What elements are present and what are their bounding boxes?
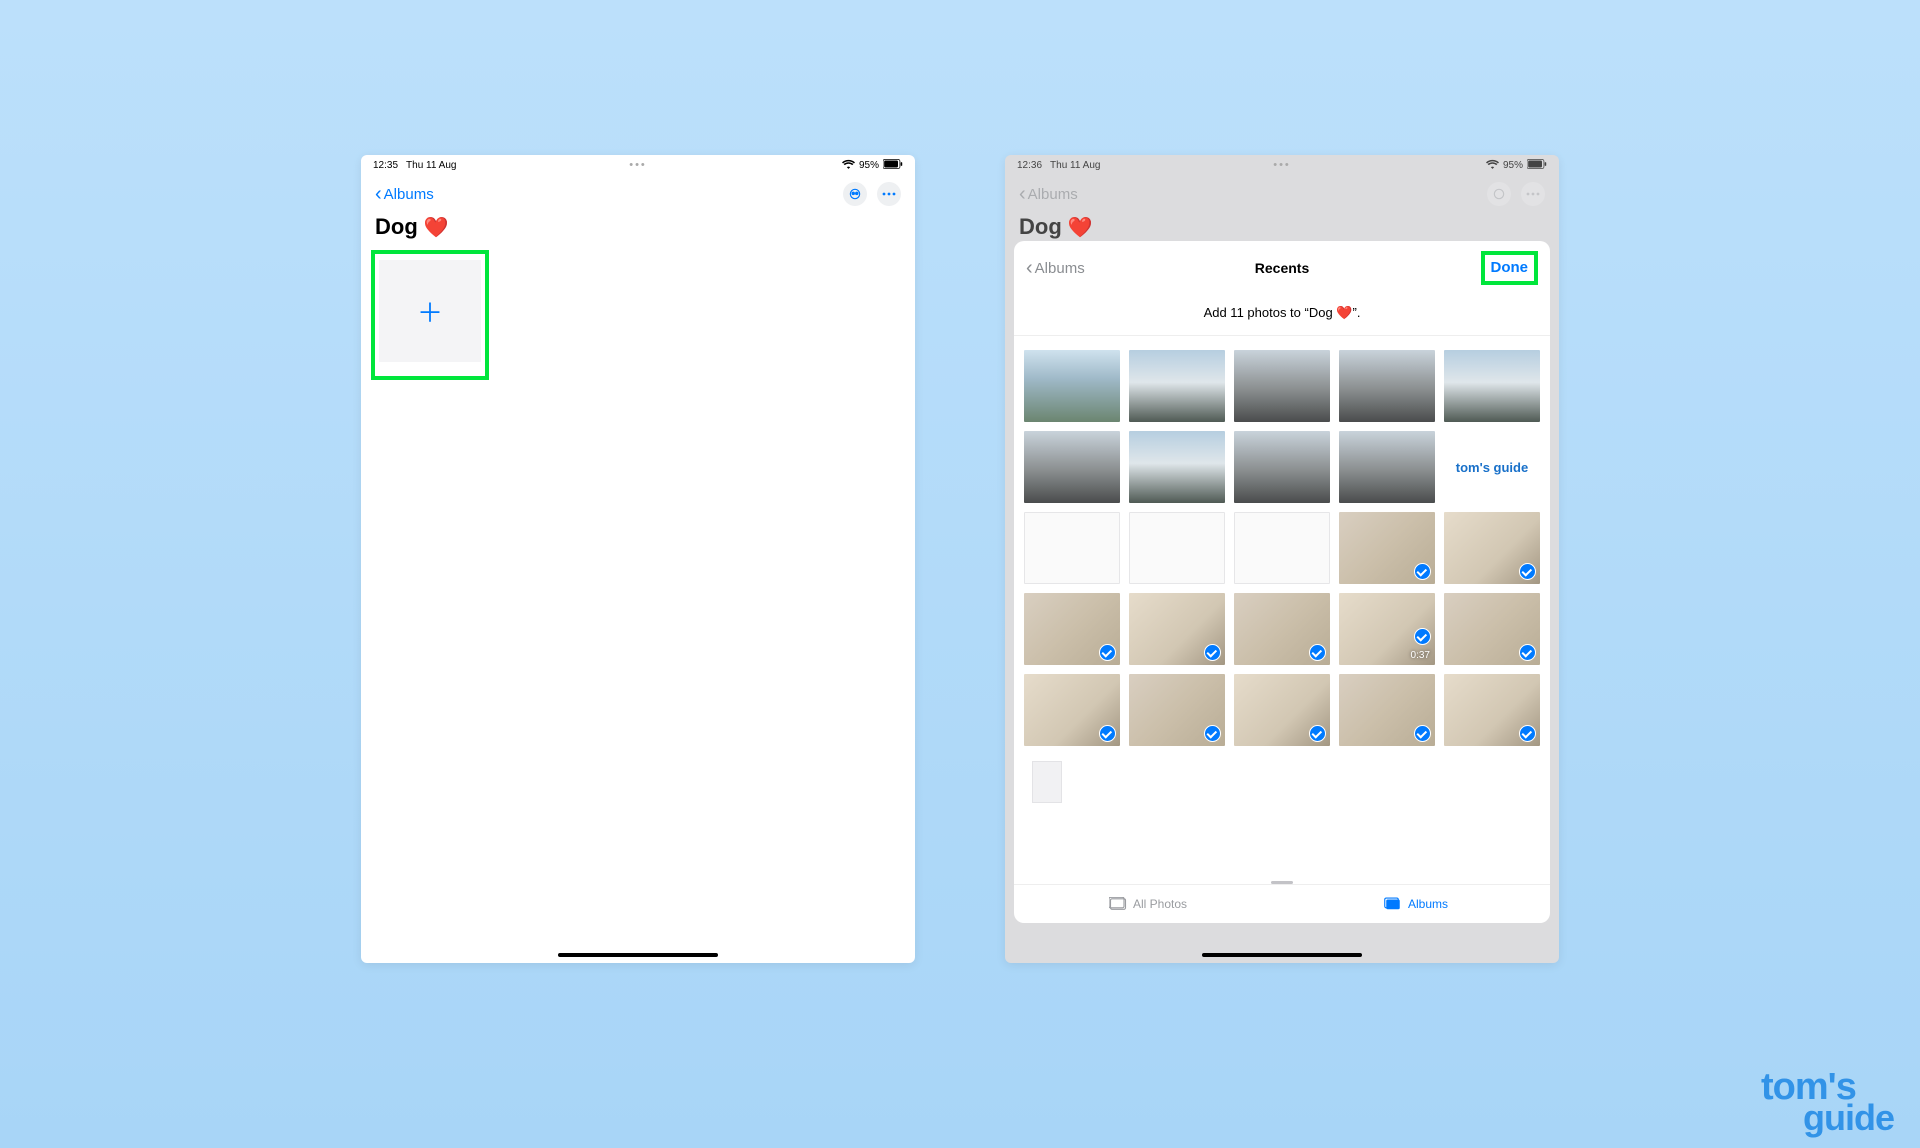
back-label: Albums (1028, 186, 1078, 203)
tab-all-photos[interactable]: All Photos (1014, 885, 1282, 923)
highlight-add-photo: ＋ (371, 250, 489, 380)
selected-checkmark-icon (1204, 644, 1221, 661)
tab-albums-label: Albums (1408, 897, 1448, 911)
selected-checkmark-icon (1519, 563, 1536, 580)
status-bar: 12:36 Thu 11 Aug ••• 95% (1005, 155, 1559, 174)
all-photos-icon (1109, 897, 1127, 911)
photo-thumb[interactable] (1024, 431, 1120, 503)
photo-thumb[interactable] (1234, 512, 1330, 584)
tomsguide-watermark: tom'sguide (1761, 1071, 1894, 1134)
photo-thumb[interactable] (1234, 674, 1330, 746)
wifi-icon (842, 159, 855, 172)
photo-thumb[interactable] (1234, 593, 1330, 665)
nav-row-dimmed: ‹ Albums (1005, 174, 1559, 212)
photo-thumb[interactable] (1024, 674, 1120, 746)
photo-thumb[interactable] (1444, 674, 1540, 746)
heart-icon: ❤️ (424, 215, 449, 240)
photo-thumb[interactable] (1024, 512, 1120, 584)
selected-checkmark-icon (1309, 725, 1326, 742)
clock: 12:35 (373, 160, 398, 171)
photo-thumb[interactable] (1339, 512, 1435, 584)
photo-thumb[interactable] (1339, 350, 1435, 422)
chevron-left-icon: ‹ (1019, 184, 1026, 204)
album-title-text: Dog (375, 214, 418, 240)
album-title: Dog ❤️ (361, 212, 915, 250)
chevron-left-icon: ‹ (1026, 258, 1033, 278)
back-to-albums-dimmed: ‹ Albums (1019, 184, 1078, 204)
battery-icon (883, 159, 903, 172)
photo-thumb[interactable]: tom's guide (1444, 431, 1540, 503)
clock: 12:36 (1017, 160, 1042, 171)
photo-thumb[interactable] (1444, 593, 1540, 665)
heart-icon: ❤️ (1068, 215, 1093, 240)
home-indicator[interactable] (1202, 953, 1362, 957)
back-label: Albums (384, 186, 434, 203)
photo-thumb[interactable] (1234, 350, 1330, 422)
photo-thumb[interactable] (1129, 512, 1225, 584)
photo-thumb[interactable] (1444, 350, 1540, 422)
selected-checkmark-icon (1519, 644, 1536, 661)
selected-checkmark-icon (1099, 725, 1116, 742)
status-bar: 12:35 Thu 11 Aug ••• 95% (361, 155, 915, 174)
date: Thu 11 Aug (406, 160, 456, 171)
video-duration: 0:37 (1411, 650, 1430, 661)
photo-thumb[interactable] (1024, 350, 1120, 422)
selected-checkmark-icon (1519, 725, 1536, 742)
selected-checkmark-icon (1309, 644, 1326, 661)
selected-checkmark-icon (1414, 628, 1431, 645)
chevron-left-icon: ‹ (375, 184, 382, 204)
album-title-text: Dog (1019, 214, 1062, 240)
photo-thumb[interactable] (1129, 350, 1225, 422)
multitasking-ellipsis-icon[interactable]: ••• (1273, 159, 1291, 171)
photo-thumb[interactable] (1339, 431, 1435, 503)
more-menu-icon-dimmed (1521, 182, 1545, 206)
selected-checkmark-icon (1204, 725, 1221, 742)
photo-thumb[interactable] (1129, 674, 1225, 746)
battery-percent: 95% (859, 160, 879, 171)
more-menu-icon[interactable] (877, 182, 901, 206)
selected-checkmark-icon (1414, 725, 1431, 742)
photo-picker-sheet: ‹ Albums Recents Done Add 11 photos to “… (1014, 241, 1550, 923)
battery-icon (1527, 159, 1547, 172)
photo-grid[interactable]: tom's guide 0:37 (1014, 336, 1550, 873)
photo-thumb[interactable] (1129, 593, 1225, 665)
photo-thumb[interactable] (1024, 593, 1120, 665)
picker-title: Recents (1255, 260, 1309, 276)
highlight-done: Done (1481, 251, 1539, 285)
picker-back-label: Albums (1035, 260, 1085, 277)
picker-nav: ‹ Albums Recents Done (1014, 241, 1550, 287)
shared-library-icon[interactable] (843, 182, 867, 206)
tab-all-photos-label: All Photos (1133, 897, 1187, 911)
home-indicator[interactable] (558, 953, 718, 957)
photo-thumb[interactable] (1444, 512, 1540, 584)
nav-row: ‹ Albums (361, 174, 915, 212)
selected-checkmark-icon (1414, 563, 1431, 580)
picker-subtitle: Add 11 photos to “Dog ❤️”. (1014, 287, 1550, 336)
date: Thu 11 Aug (1050, 160, 1100, 171)
albums-icon (1384, 897, 1402, 911)
plus-icon: ＋ (417, 293, 443, 330)
photo-thumb[interactable] (1234, 431, 1330, 503)
ipad-right: 12:36 Thu 11 Aug ••• 95% ‹ Albums (1005, 155, 1559, 963)
tab-albums[interactable]: Albums (1282, 885, 1550, 923)
multitasking-ellipsis-icon[interactable]: ••• (629, 159, 647, 171)
photo-thumb[interactable] (1129, 431, 1225, 503)
ipad-left: 12:35 Thu 11 Aug ••• 95% ‹ Albums (361, 155, 915, 963)
picker-tabs: All Photos Albums (1014, 884, 1550, 923)
selected-checkmark-icon (1099, 644, 1116, 661)
shared-library-icon-dimmed (1487, 182, 1511, 206)
back-to-albums[interactable]: ‹ Albums (375, 184, 434, 204)
picker-back[interactable]: ‹ Albums (1026, 258, 1085, 278)
photo-thumb[interactable] (1024, 755, 1120, 827)
done-button[interactable]: Done (1491, 259, 1529, 276)
photo-thumb[interactable]: 0:37 (1339, 593, 1435, 665)
wifi-icon (1486, 159, 1499, 172)
add-photo-tile[interactable]: ＋ (379, 260, 481, 362)
battery-percent: 95% (1503, 160, 1523, 171)
photo-thumb[interactable] (1339, 674, 1435, 746)
